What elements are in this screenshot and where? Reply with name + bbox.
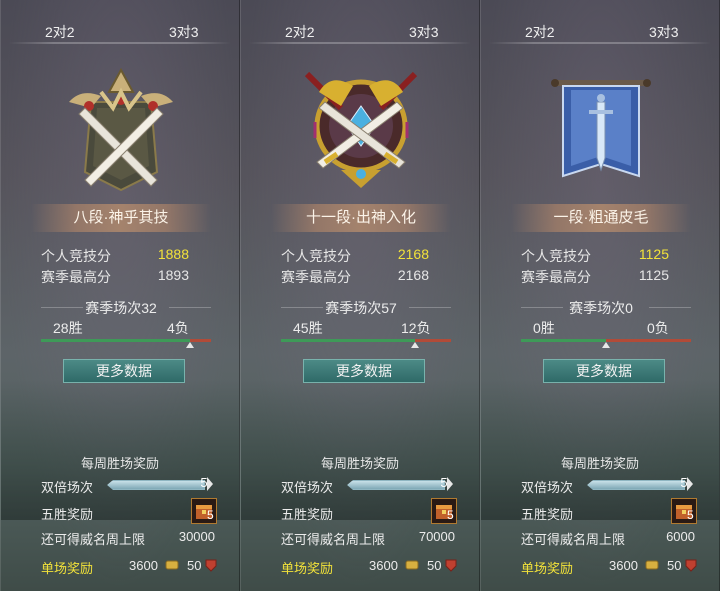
season-high-label: 赛季最高分 <box>281 269 351 285</box>
double-progress-bar <box>587 480 685 490</box>
win-fill <box>41 339 190 342</box>
ranked-panels: 2对2 3对3 八段·神乎其技 个人竞技分 1888 赛季最高分 1893 赛季… <box>0 0 720 591</box>
chest-count: 5 <box>447 508 454 522</box>
double-progress-bar <box>347 480 445 490</box>
more-data-button[interactable]: 更多数据 <box>63 359 185 383</box>
mode-tabs: 2对2 3对3 <box>481 0 719 52</box>
rank-title: 十一段·出神入化 <box>271 204 451 232</box>
win-loss-bar <box>41 339 211 348</box>
win-loss-marker <box>186 342 194 348</box>
weekly-reward-title: 每周胜场奖励 <box>560 456 639 471</box>
badge-icon <box>685 559 697 572</box>
tab-divider <box>489 42 711 44</box>
single-reward-label: 单场奖励 <box>281 561 334 576</box>
rank-title: 八段·神乎其技 <box>31 204 211 232</box>
wins-count: 0胜 <box>533 320 555 336</box>
win-loss-marker <box>602 342 610 348</box>
personal-score-label: 个人竞技分 <box>521 248 591 264</box>
badge-value: 50 <box>667 558 682 573</box>
badge-icon <box>445 559 457 572</box>
losses-count: 4负 <box>167 320 189 336</box>
double-count: 5 <box>200 475 208 490</box>
rank-panel-1: 2对2 3对3 八段·神乎其技 个人竞技分 1888 赛季最高分 1893 赛季… <box>0 0 240 591</box>
coin-value: 3600 <box>369 558 398 573</box>
coin-icon <box>165 560 179 570</box>
limit-value: 30000 <box>178 529 215 544</box>
personal-score-value: 1125 <box>638 246 669 262</box>
chest-count: 5 <box>207 508 214 522</box>
tab-divider <box>9 42 231 44</box>
tab-2v2[interactable]: 2对2 <box>285 22 315 42</box>
banner-sword-rank-emblem-icon <box>551 79 651 178</box>
badge-value: 50 <box>427 558 442 573</box>
limit-value: 70000 <box>418 529 455 544</box>
tab-divider <box>249 42 471 44</box>
season-matches: 赛季场次57 <box>325 300 397 316</box>
season-matches: 赛季场次0 <box>569 300 633 316</box>
double-count: 5 <box>680 475 688 490</box>
five-win-label: 五胜奖励 <box>521 507 574 522</box>
coin-icon <box>405 560 419 570</box>
swords-rank-emblem-icon <box>69 67 173 192</box>
season-high-label: 赛季最高分 <box>41 269 111 285</box>
single-reward-label: 单场奖励 <box>41 561 94 576</box>
mode-tabs: 2对2 3对3 <box>1 0 239 52</box>
limit-value: 6000 <box>666 529 695 544</box>
season-matches: 赛季场次32 <box>85 300 157 316</box>
season-high-value: 1893 <box>157 267 189 283</box>
win-fill <box>281 339 415 342</box>
ornate-swords-rank-emblem-icon <box>304 71 418 188</box>
weekly-reward-title: 每周胜场奖励 <box>320 456 399 471</box>
losses-count: 0负 <box>647 320 669 336</box>
badge-value: 50 <box>187 558 202 573</box>
personal-score-label: 个人竞技分 <box>281 248 351 264</box>
win-loss-bar <box>521 339 691 348</box>
chest-count: 5 <box>687 508 694 522</box>
five-win-label: 五胜奖励 <box>41 507 94 522</box>
more-data-button[interactable]: 更多数据 <box>543 359 665 383</box>
personal-score-label: 个人竞技分 <box>41 248 111 264</box>
double-label: 双倍场次 <box>41 480 94 495</box>
tab-2v2[interactable]: 2对2 <box>45 22 75 42</box>
double-progress-bar <box>107 480 205 490</box>
limit-label: 还可得威名周上限 <box>521 532 626 547</box>
tab-3v3[interactable]: 3对3 <box>169 22 199 42</box>
season-high-value: 2168 <box>397 267 429 283</box>
badge-icon <box>205 559 217 572</box>
coin-value: 3600 <box>129 558 158 573</box>
losses-count: 12负 <box>401 320 431 336</box>
win-loss-marker <box>411 342 419 348</box>
double-count: 5 <box>440 475 448 490</box>
tab-3v3[interactable]: 3对3 <box>409 22 439 42</box>
win-fill <box>521 339 606 342</box>
coin-icon <box>645 560 659 570</box>
tab-3v3[interactable]: 3对3 <box>649 22 679 42</box>
double-label: 双倍场次 <box>521 480 574 495</box>
rank-panel-2: 2对2 3对3 十一段·出神入化 个人竞技分 2168 赛季最高分 2168 赛… <box>240 0 480 591</box>
wins-count: 45胜 <box>293 320 323 336</box>
five-win-label: 五胜奖励 <box>281 507 334 522</box>
rank-panel-3: 2对2 3对3 一段·粗通皮毛 个人竞技分 1125 赛季最高分 1125 赛季… <box>480 0 720 591</box>
season-high-label: 赛季最高分 <box>521 269 591 285</box>
season-high-value: 1125 <box>638 267 669 283</box>
personal-score-value: 1888 <box>157 246 189 262</box>
coin-value: 3600 <box>609 558 638 573</box>
win-loss-bar <box>281 339 451 348</box>
tab-2v2[interactable]: 2对2 <box>525 22 555 42</box>
weekly-reward-title: 每周胜场奖励 <box>80 456 159 471</box>
double-label: 双倍场次 <box>281 480 334 495</box>
single-reward-label: 单场奖励 <box>521 561 574 576</box>
limit-label: 还可得威名周上限 <box>281 532 386 547</box>
mode-tabs: 2对2 3对3 <box>241 0 479 52</box>
rank-title: 一段·粗通皮毛 <box>511 204 691 232</box>
limit-label: 还可得威名周上限 <box>41 532 146 547</box>
personal-score-value: 2168 <box>397 246 429 262</box>
wins-count: 28胜 <box>53 320 83 336</box>
more-data-button[interactable]: 更多数据 <box>303 359 425 383</box>
